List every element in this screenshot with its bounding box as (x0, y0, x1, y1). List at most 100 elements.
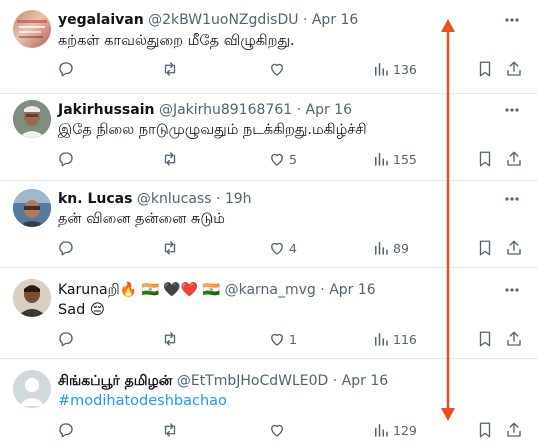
share-button[interactable] (505, 330, 523, 348)
retweet-icon (164, 152, 176, 166)
handle[interactable]: @Jakirhu89168761 (159, 102, 292, 118)
views-button[interactable]: 89 (372, 239, 409, 257)
like-button[interactable]: 1 (268, 330, 297, 348)
retweet-icon (164, 332, 176, 346)
bookmark-button[interactable] (476, 239, 494, 257)
heart-icon (271, 333, 283, 346)
views-icon (375, 424, 388, 437)
bookmark-icon (479, 331, 491, 347)
view-count: 116 (393, 331, 417, 347)
separator-dot: · (296, 102, 302, 118)
reply-button[interactable] (57, 239, 78, 257)
avatar[interactable] (13, 189, 51, 227)
tweet-header: yegalaivan @2kBW1uoNZgdisDU · Apr 16 (58, 11, 358, 29)
like-button[interactable]: 5 (268, 150, 297, 168)
view-count: 136 (393, 61, 417, 77)
bookmark-button[interactable] (476, 150, 494, 168)
double-headed-arrow-icon (441, 19, 455, 421)
like-button[interactable] (268, 421, 289, 439)
retweet-button[interactable] (161, 421, 182, 439)
more-options-icon[interactable] (502, 281, 522, 299)
views-button[interactable]: 129 (372, 421, 417, 439)
bookmark-button[interactable] (476, 330, 494, 348)
views-button[interactable]: 136 (372, 60, 417, 78)
separator-dot: · (215, 191, 221, 207)
separator-dot: · (302, 12, 308, 28)
avatar[interactable] (13, 100, 51, 138)
tweet-text: இதே நிலை நாடுமுழுவதும் நடக்கிறது.மகிழ்ச்… (58, 122, 367, 138)
bookmark-button[interactable] (476, 60, 494, 78)
like-count: 1 (289, 331, 297, 347)
retweet-button[interactable] (161, 150, 182, 168)
view-count: 89 (393, 240, 409, 256)
share-button[interactable] (505, 60, 523, 78)
heart-icon (271, 424, 283, 437)
reply-icon (59, 152, 73, 167)
like-button[interactable] (268, 60, 289, 78)
timestamp[interactable]: Apr 16 (329, 282, 375, 298)
share-button[interactable] (505, 239, 523, 257)
retweet-icon (164, 241, 176, 255)
tweet-header: kn. Lucas @knlucass · 19h (58, 190, 252, 208)
timestamp[interactable]: Apr 16 (312, 12, 358, 28)
tweet-header: சிங்கப்பூர் தமிழன் @EtTmbJHoCdWLE0D · Ap… (58, 372, 388, 390)
reply-icon (59, 423, 73, 438)
view-count: 129 (393, 422, 417, 438)
more-options-icon[interactable] (502, 101, 522, 119)
heart-icon (271, 242, 283, 255)
more-options-icon[interactable] (502, 11, 522, 29)
share-icon (507, 422, 521, 437)
timestamp[interactable]: 19h (225, 191, 252, 207)
share-button[interactable] (505, 150, 523, 168)
bookmark-icon (479, 61, 491, 77)
separator-dot: · (332, 373, 338, 389)
heart-icon (271, 63, 283, 76)
view-count: 155 (393, 151, 417, 167)
avatar[interactable] (13, 370, 51, 408)
reply-button[interactable] (57, 150, 78, 168)
reply-icon (59, 332, 73, 347)
tweet-header: Jakirhussain @Jakirhu89168761 · Apr 16 (58, 101, 352, 119)
retweet-button[interactable] (161, 60, 182, 78)
bookmark-icon (479, 240, 491, 256)
separator-dot: · (320, 282, 325, 298)
tweet-header: Karunaறி🔥 🇮🇳 🖤❤️ 🇮🇳 @karna_mvg · Apr 16 (58, 281, 376, 299)
heart-icon (271, 153, 283, 166)
share-icon (507, 240, 521, 255)
reply-icon (59, 241, 73, 256)
views-button[interactable]: 116 (372, 330, 417, 348)
tweet-text: தன் வினை தன்னை சுடும் (58, 211, 225, 227)
views-icon (375, 242, 388, 255)
views-button[interactable]: 155 (372, 150, 417, 168)
timestamp[interactable]: Apr 16 (342, 373, 388, 389)
display-name[interactable]: Karunaறி🔥 🇮🇳 🖤❤️ 🇮🇳 (58, 282, 220, 298)
share-button[interactable] (505, 421, 523, 439)
display-name[interactable]: Jakirhussain (58, 102, 154, 118)
share-icon (507, 151, 521, 166)
reply-icon (59, 62, 73, 77)
display-name[interactable]: சிங்கப்பூர் தமிழன் (58, 373, 172, 389)
avatar[interactable] (13, 10, 51, 48)
bookmark-button[interactable] (476, 421, 494, 439)
display-name[interactable]: yegalaivan (58, 12, 144, 28)
like-count: 5 (289, 151, 297, 167)
retweet-icon (164, 423, 176, 437)
tweet-text: கற்கள் காவல்துறை மீதே விழுகிறது. (58, 33, 295, 49)
handle[interactable]: @2kBW1uoNZgdisDU (148, 12, 298, 28)
handle[interactable]: @knlucass (137, 191, 212, 207)
reply-button[interactable] (57, 421, 78, 439)
reply-button[interactable] (57, 60, 78, 78)
more-options-icon[interactable] (502, 190, 522, 208)
avatar[interactable] (13, 279, 51, 317)
retweet-button[interactable] (161, 330, 182, 348)
display-name[interactable]: kn. Lucas (58, 191, 132, 207)
handle[interactable]: @EtTmbJHoCdWLE0D (177, 373, 328, 389)
timestamp[interactable]: Apr 16 (306, 102, 352, 118)
reply-button[interactable] (57, 330, 78, 348)
handle[interactable]: @karna_mvg (225, 282, 316, 298)
hashtag-link[interactable]: #modihatodeshbachao (58, 392, 227, 410)
share-icon (507, 331, 521, 346)
retweet-button[interactable] (161, 239, 182, 257)
views-icon (375, 153, 388, 166)
like-button[interactable]: 4 (268, 239, 297, 257)
